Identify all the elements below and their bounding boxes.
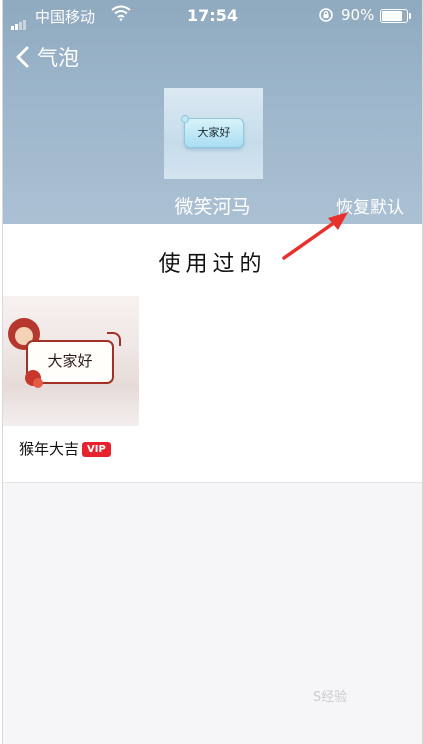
vip-badge: VIP (82, 442, 111, 457)
bubble-preview-text: 大家好 (181, 115, 244, 148)
current-bubble-preview: 大家好 (164, 88, 263, 179)
bubble-item-preview[interactable]: 大家好 (3, 296, 139, 426)
section-title: 使用过的 (158, 252, 267, 277)
current-bubble-header: 中国移动 17:54 90% 气泡 大家好 微笑河马 恢复默认 (3, 0, 422, 224)
bubble-tail-decoration (107, 332, 121, 346)
battery-icon (380, 9, 411, 23)
bubble-item-name: 猴年大吉 (19, 440, 80, 458)
battery-percent: 90% (341, 6, 375, 24)
used-bubbles-section: 使用过的 大家好 猴年大吉 VIP (3, 224, 422, 483)
rotation-lock-icon (319, 8, 333, 22)
flower-decoration (33, 378, 43, 388)
phone-screen: 中国移动 17:54 90% 气泡 大家好 微笑河马 恢复默认 使用过的 大家好… (2, 0, 423, 744)
status-bar: 中国移动 17:54 90% (3, 0, 422, 34)
page-title: 气泡 (37, 46, 79, 70)
annotation-arrow-icon (282, 212, 348, 260)
navigation-bar: 气泡 (3, 38, 203, 74)
bubble-item-label: 猴年大吉 VIP (19, 438, 111, 459)
watermark: S经验 (313, 690, 348, 705)
